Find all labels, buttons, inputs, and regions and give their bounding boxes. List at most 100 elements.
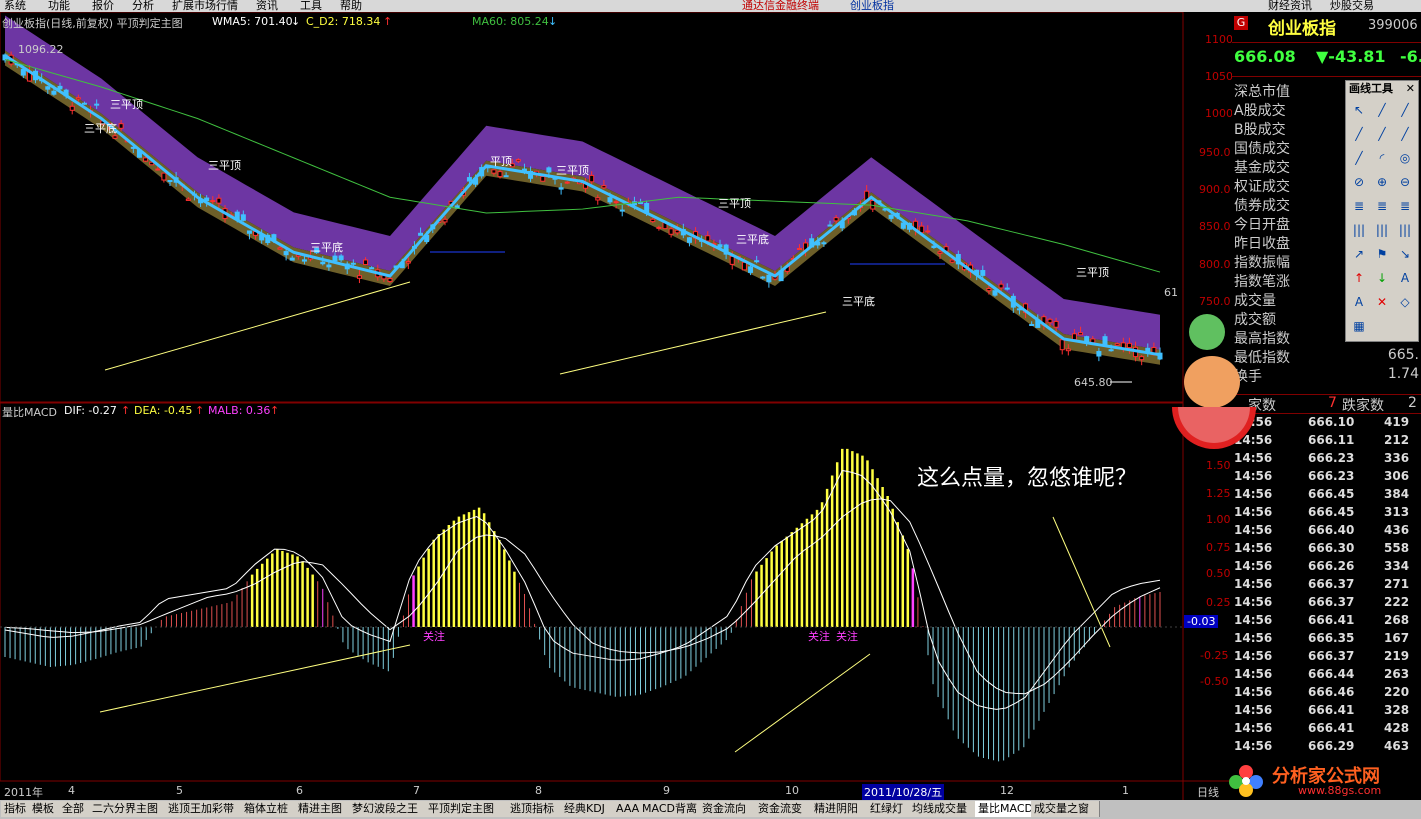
tick-row: 14:56 666.40 436 <box>1232 523 1421 541</box>
drawing-tool-icon[interactable]: ╱ <box>1395 101 1415 119</box>
tab-17[interactable]: 均线成交量 <box>909 801 976 817</box>
news-button[interactable]: 财经资讯 <box>1268 0 1312 12</box>
candle-body <box>216 197 222 204</box>
close-icon[interactable]: ✕ <box>1406 81 1415 97</box>
drawing-tool-icon[interactable]: ↖ <box>1349 101 1369 119</box>
menu-help[interactable]: 帮助 <box>340 0 362 12</box>
menu-function[interactable]: 功能 <box>48 0 70 12</box>
drawing-tool-icon[interactable]: ▦ <box>1349 317 1369 335</box>
drawing-tool-icon[interactable]: ⊕ <box>1372 173 1392 191</box>
tab-10[interactable]: 经典KDJ <box>561 801 614 817</box>
drawing-tool-icon[interactable]: A <box>1395 269 1415 287</box>
tab-1[interactable]: 模板 <box>29 801 60 817</box>
xaxis-label: 8 <box>535 784 542 797</box>
price-change: ▼-43.81 <box>1316 47 1386 66</box>
tab-14[interactable]: 资金流变 <box>755 801 812 817</box>
ytick: 1000 <box>1205 107 1233 120</box>
tick-time: 14:56 <box>1234 721 1273 735</box>
chart-area[interactable]: 创业板指(日线,前复权) 平顶判定主图 WMA5: 701.40 ↓ C_D2:… <box>0 12 1233 800</box>
candle-body <box>69 105 75 111</box>
trade-button[interactable]: 炒股交易 <box>1330 0 1374 12</box>
candle-body <box>167 180 173 183</box>
tab-19[interactable]: 成交量之窗 <box>1031 801 1100 817</box>
tick-row: 14:56 666.44 263 <box>1232 667 1421 685</box>
tab-3[interactable]: 二六分界主图 <box>89 801 166 817</box>
drawing-tool-icon[interactable]: ╱ <box>1395 125 1415 143</box>
period-label[interactable]: 日线 <box>1197 784 1219 800</box>
drawing-tools-panel[interactable]: 画线工具 ✕ ↖ ╱ ╱ ╱ ╱ ╱ ╱ ◜ ◎ ⊘ ⊕ ⊖ ≣ ≣ ≣ ||| ||| ||| ↗ ⚑ ↘ ↑ ↓ A A ✕ ◇ ▦ <box>1345 80 1419 342</box>
menu-system[interactable]: 系统 <box>4 0 26 12</box>
xaxis-label: 7 <box>413 784 420 797</box>
tab-9[interactable]: 逃顶指标 <box>507 801 562 817</box>
drawing-tool-icon[interactable]: ◇ <box>1395 293 1415 311</box>
tab-16[interactable]: 红绿灯 <box>867 801 910 817</box>
indicator-tabs: 指标 模板 全部 二六分界主图 逃顶王加彩带 箱体立桩 精进主图 梦幻波段之王 平顶判定主图 逃顶… <box>0 800 1421 819</box>
quote-field-label: 今日开盘 <box>1234 217 1290 233</box>
tick-volume: 167 <box>1384 631 1410 645</box>
tab-18[interactable]: 量比MACD <box>975 801 1033 817</box>
candle-body <box>81 102 87 105</box>
tab-12[interactable]: MACD背离 <box>639 801 700 817</box>
drawing-tool-icon[interactable]: ⊖ <box>1395 173 1415 191</box>
candle-body <box>833 217 839 222</box>
tab-8[interactable]: 平顶判定主图 <box>425 801 508 817</box>
pattern-label: 三平顶 <box>718 197 751 210</box>
malb-arrow: ↑ <box>270 404 280 417</box>
xaxis-label: 6 <box>296 784 303 797</box>
drawing-tool-icon[interactable]: ≣ <box>1349 197 1369 215</box>
quote-field-label: 昨日收盘 <box>1234 236 1290 252</box>
menu-tools[interactable]: 工具 <box>300 0 322 12</box>
candle-body <box>925 230 931 233</box>
drawing-tool-icon[interactable]: ||| <box>1349 221 1369 239</box>
change-percent: -6. <box>1400 47 1421 66</box>
drawing-tool-icon[interactable]: ╱ <box>1349 125 1369 143</box>
drawing-tool-icon[interactable]: ╱ <box>1349 149 1369 167</box>
tick-volume: 263 <box>1384 667 1410 681</box>
drawing-tool-icon[interactable]: ◜ <box>1372 149 1392 167</box>
tab-0[interactable]: 指标 <box>1 801 30 817</box>
pattern-label: 三平顶 <box>208 159 241 172</box>
drawing-tool-icon[interactable]: ↗ <box>1349 245 1369 263</box>
tick-price: 666.37 <box>1308 577 1355 591</box>
drawing-tool-icon[interactable]: ✕ <box>1372 293 1392 311</box>
ytick: 1100 <box>1205 33 1233 46</box>
pattern-label: 三平底 <box>310 241 343 254</box>
wma5-arrow: ↓ <box>291 15 301 28</box>
drawing-tool-icon[interactable]: A <box>1349 293 1369 311</box>
flower-icon <box>1229 765 1263 797</box>
drawing-tool-icon[interactable]: ≣ <box>1372 197 1392 215</box>
wma5-label: WMA5: 701.40 <box>212 15 293 28</box>
tab-4[interactable]: 逃顶王加彩带 <box>165 801 242 817</box>
tick-volume: 334 <box>1384 559 1410 573</box>
drawing-tool-icon[interactable]: ||| <box>1395 221 1415 239</box>
menu-info[interactable]: 资讯 <box>256 0 278 12</box>
drawing-tool-icon[interactable]: ||| <box>1372 221 1392 239</box>
drawing-tool-icon[interactable]: ╱ <box>1372 125 1392 143</box>
tab-15[interactable]: 精进阴阳 <box>811 801 868 817</box>
drawing-tool-icon[interactable]: ≣ <box>1395 197 1415 215</box>
drawing-tool-icon[interactable]: ╱ <box>1372 101 1392 119</box>
tab-7[interactable]: 梦幻波段之王 <box>349 801 426 817</box>
tab-6[interactable]: 精进主图 <box>295 801 350 817</box>
drawing-tool-icon[interactable]: ⚑ <box>1372 245 1392 263</box>
tab-11[interactable]: AAA <box>613 801 640 817</box>
drawing-tool-icon[interactable]: ◎ <box>1395 149 1415 167</box>
drawing-tool-icon[interactable]: ⊘ <box>1349 173 1369 191</box>
tick-row: 14:56 666.23 306 <box>1232 469 1421 487</box>
candle-body <box>143 157 149 162</box>
ytick: 850.0 <box>1199 220 1231 233</box>
drawing-tool-icon[interactable]: ↘ <box>1395 245 1415 263</box>
menu-ext-market[interactable]: 扩展市场行情 <box>172 0 238 12</box>
menu-analysis[interactable]: 分析 <box>132 0 154 12</box>
candle-body <box>754 260 760 263</box>
macd-histogram <box>4 448 1161 762</box>
drawing-tool-icon[interactable]: ↑ <box>1349 269 1369 287</box>
ytick: 950.0 <box>1199 146 1231 159</box>
tab-5[interactable]: 箱体立桩 <box>241 801 296 817</box>
drawing-tool-icon[interactable]: ↓ <box>1372 269 1392 287</box>
menu-quote[interactable]: 报价 <box>92 0 114 12</box>
candle-body <box>301 259 307 262</box>
candle-body <box>320 261 326 265</box>
tab-13[interactable]: 资金流向 <box>699 801 756 817</box>
tab-2[interactable]: 全部 <box>59 801 90 817</box>
